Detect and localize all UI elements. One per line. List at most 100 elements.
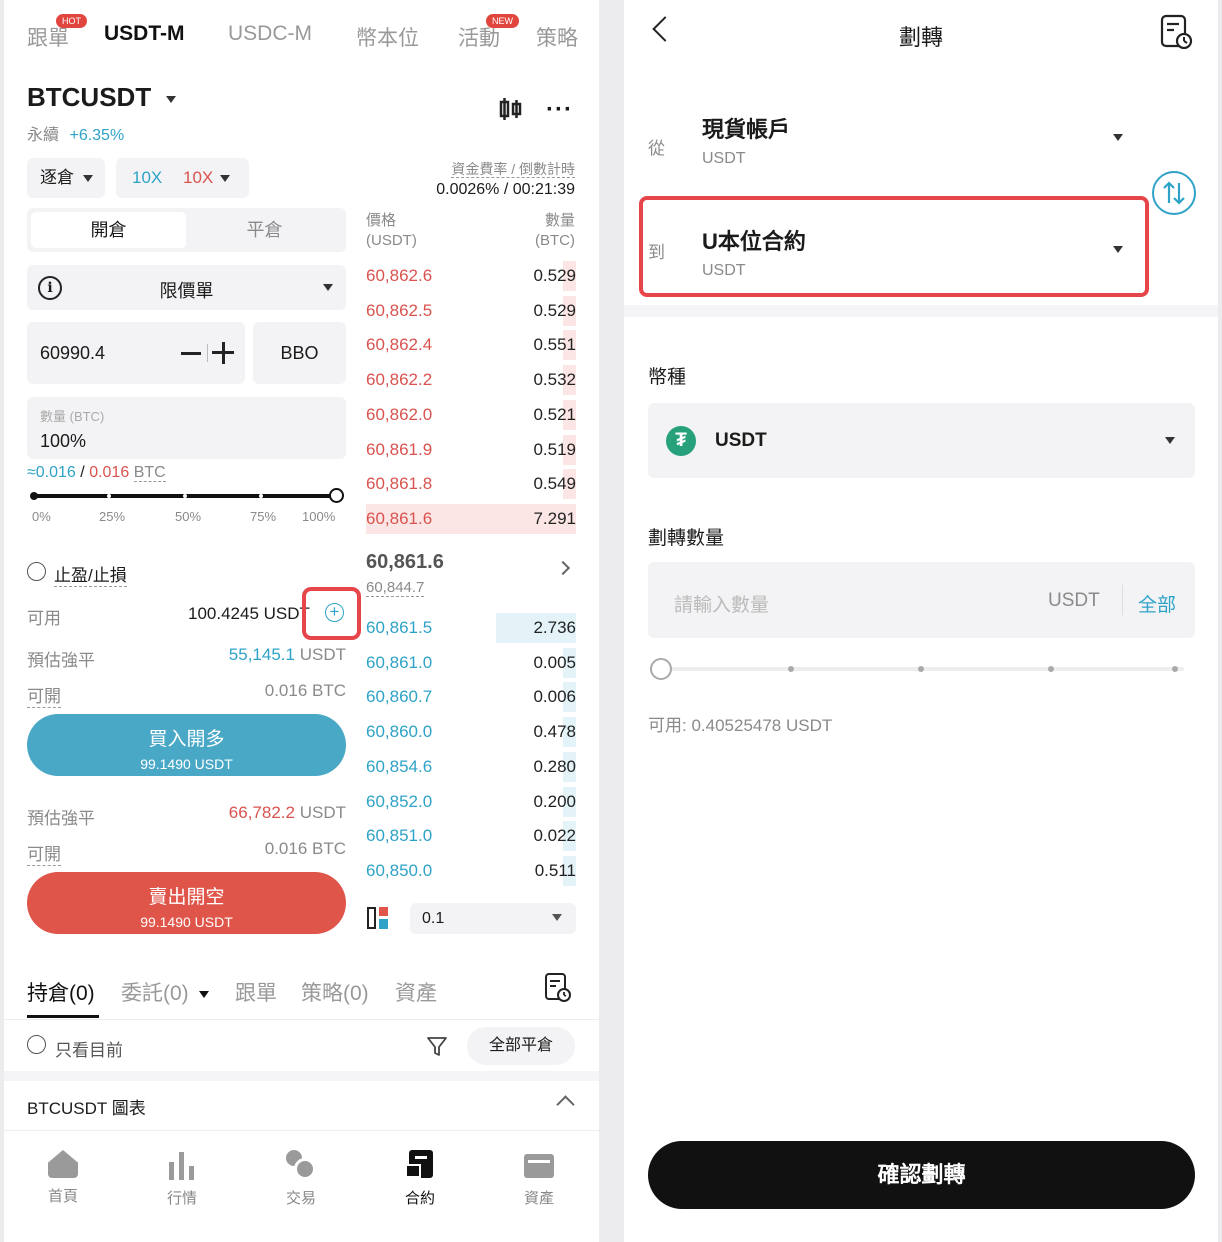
bid-price: 60,861.5	[366, 618, 433, 637]
bid-row[interactable]: 60,861.0 0.005	[366, 647, 576, 678]
leverage-select[interactable]: 10X 10X	[116, 158, 249, 198]
ask-row[interactable]: 60,861.9 0.519	[366, 434, 576, 465]
quantity-slider[interactable]	[30, 486, 344, 506]
bid-price: 60,851.0	[366, 826, 433, 846]
long-leverage: 10X	[132, 168, 163, 187]
price-input[interactable]: 60990.4	[27, 322, 245, 384]
plus-icon[interactable]	[212, 342, 234, 364]
to-coin: USDT	[702, 262, 746, 279]
ask-row[interactable]: 60,861.6 7.291	[366, 503, 576, 534]
bid-price: 60,854.6	[366, 756, 433, 776]
close-all-button[interactable]: 全部平倉	[467, 1027, 575, 1065]
page-title: 劃轉	[898, 25, 943, 50]
from-dropdown-icon[interactable]	[1113, 134, 1123, 141]
order-type-select[interactable]: i 限價單	[27, 265, 346, 310]
ask-qty: 0.521	[533, 404, 576, 424]
bid-row[interactable]: 60,850.0 0.511	[366, 855, 576, 886]
depth-layout-icon[interactable]	[367, 907, 389, 929]
tab-orders[interactable]: 委託(0)	[121, 977, 209, 1007]
minus-icon[interactable]	[181, 352, 201, 355]
tab-strategy[interactable]: 策略	[536, 22, 578, 52]
price-change: +6.35%	[69, 127, 125, 144]
tpsl-label[interactable]: 止盈/止損	[54, 561, 127, 587]
swap-direction-button[interactable]	[1152, 171, 1196, 215]
confirm-transfer-button[interactable]: 確認劃轉	[648, 1141, 1195, 1209]
chevron-right-icon[interactable]	[555, 560, 571, 576]
quantity-input[interactable]: 數量 (BTC) 100%	[27, 397, 346, 459]
buy-long-button[interactable]: 買入開多 99.1490 USDT	[27, 714, 346, 776]
chart-section-title[interactable]: BTCUSDT 圖表	[27, 1094, 146, 1119]
available-balance: 可用: 0.40525478 USDT	[648, 716, 833, 735]
ob-qty-header: 數量 (BTC)	[535, 211, 575, 251]
nav-futures[interactable]: 合約	[380, 1145, 460, 1208]
amount-slider[interactable]	[650, 657, 1184, 681]
liq-short: 66,782.2 USDT	[229, 803, 346, 823]
bid-row[interactable]: 60,851.0 0.022	[366, 821, 576, 852]
bbo-button[interactable]: BBO	[253, 322, 346, 384]
from-coin: USDT	[702, 150, 746, 167]
liq-long: 55,145.1 USDT	[229, 645, 346, 665]
bid-qty: 0.511	[534, 860, 576, 880]
tpsl-checkbox[interactable]	[27, 562, 46, 581]
ask-row[interactable]: 60,862.5 0.529	[366, 295, 576, 326]
caret-down-icon	[1165, 437, 1175, 444]
max-button[interactable]: 全部	[1138, 590, 1176, 617]
tab-coin-m[interactable]: 幣本位	[356, 22, 419, 52]
bid-row[interactable]: 60,861.5 2.736	[366, 613, 576, 643]
slider-handle[interactable]	[650, 658, 672, 680]
nav-label: 合約	[404, 1190, 435, 1207]
open-label: 可開	[27, 840, 61, 866]
ask-row[interactable]: 60,862.2 0.532	[366, 365, 576, 396]
tab-assets[interactable]: 資產	[395, 977, 437, 1007]
approx-quantity: ≈0.016 / 0.016 BTC	[27, 464, 166, 482]
bid-price: 60,860.7	[366, 687, 433, 707]
slider-handle[interactable]	[329, 488, 344, 503]
amount-input[interactable]: 請輸入數量 USDT 全部	[648, 562, 1195, 638]
bid-row[interactable]: 60,860.0 0.478	[366, 717, 576, 748]
add-funds-icon[interactable]: +	[325, 603, 344, 622]
nav-markets[interactable]: 行情	[142, 1145, 222, 1208]
tab-strategies[interactable]: 策略(0)	[301, 977, 369, 1007]
tab-usdc-m[interactable]: USDC-M	[228, 22, 312, 46]
bid-row[interactable]: 60,860.7 0.006	[366, 682, 576, 713]
tab-open[interactable]: 開倉	[31, 212, 186, 248]
bid-row[interactable]: 60,852.0 0.200	[366, 786, 576, 817]
ask-row[interactable]: 60,862.6 0.529	[366, 261, 576, 291]
bid-row[interactable]: 60,854.6 0.280	[366, 751, 576, 782]
to-dropdown-icon[interactable]	[1113, 246, 1123, 253]
pair-selector[interactable]: BTCUSDT	[27, 82, 177, 113]
ask-row[interactable]: 60,862.0 0.521	[366, 399, 576, 430]
history-icon[interactable]	[544, 972, 571, 1002]
transfer-panel: 劃轉 從 現貨帳戶 USDT 到 U本位合約 USDT 幣種 ₮ USDT 劃轉…	[624, 0, 1218, 1242]
ask-row[interactable]: 60,861.8 0.549	[366, 469, 576, 500]
candlestick-icon[interactable]	[498, 98, 524, 120]
order-type-label: 限價單	[159, 281, 214, 301]
nav-assets[interactable]: 資產	[499, 1145, 579, 1208]
only-current-label[interactable]: 只看目前	[55, 1036, 123, 1061]
only-current-checkbox[interactable]	[27, 1035, 46, 1054]
liq-long-value: 55,145.1	[228, 645, 295, 664]
filter-icon[interactable]	[426, 1035, 448, 1062]
ask-row[interactable]: 60,862.4 0.551	[366, 330, 576, 361]
chevron-up-icon[interactable]	[556, 1095, 575, 1114]
mark-price: 60,844.7	[366, 579, 425, 597]
bid-qty: 0.280	[533, 756, 576, 776]
approx-long: ≈0.016	[27, 464, 76, 481]
from-label: 從	[648, 139, 665, 158]
depth-step-select[interactable]: 0.1	[410, 903, 576, 934]
bid-qty: 0.022	[533, 826, 576, 846]
tab-close[interactable]: 平倉	[187, 212, 342, 248]
more-icon[interactable]: ···	[546, 96, 573, 124]
tab-usdt-m[interactable]: USDT-M	[104, 22, 185, 46]
nav-home[interactable]: 首頁	[23, 1145, 103, 1206]
margin-mode-select[interactable]: 逐倉	[27, 158, 105, 198]
margin-mode-label: 逐倉	[40, 168, 74, 187]
currency-select[interactable]: ₮ USDT	[648, 403, 1195, 478]
tab-copy[interactable]: 跟單	[235, 977, 277, 1007]
depth-step-value: 0.1	[422, 910, 445, 927]
price-value: 60990.4	[40, 343, 106, 363]
sell-short-button[interactable]: 賣出開空 99.1490 USDT	[27, 872, 346, 934]
nav-trade[interactable]: 交易	[261, 1145, 341, 1208]
transfer-history-icon[interactable]	[1160, 14, 1194, 57]
tab-positions[interactable]: 持倉(0)	[27, 977, 95, 1007]
